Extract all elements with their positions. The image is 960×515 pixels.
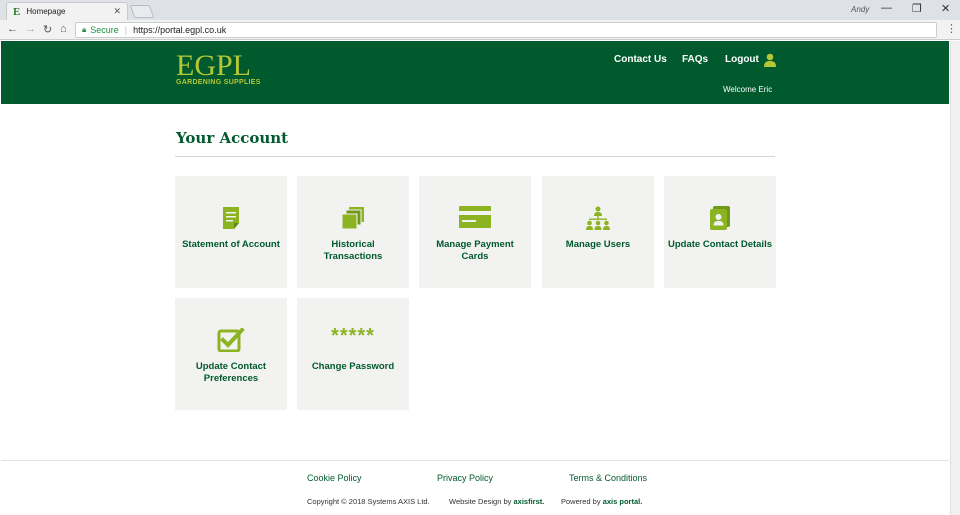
home-icon[interactable]: ⌂ — [60, 23, 67, 35]
address-bar[interactable]: 🔒︎ Secure | https://portal.egpl.co.uk — [75, 22, 937, 38]
back-icon[interactable]: ← — [7, 23, 18, 35]
tile-historical-transactions[interactable]: Historical Transactions — [297, 176, 409, 288]
egpl-logo[interactable]: EGPL GARDENING SUPPLIES — [176, 49, 261, 87]
powered-prefix: Powered by — [561, 497, 601, 506]
forward-icon[interactable]: → — [25, 23, 36, 35]
url-text: https://portal.egpl.co.uk — [133, 25, 227, 35]
tile-manage-payment-cards[interactable]: Manage Payment Cards — [419, 176, 531, 288]
new-tab-button[interactable] — [129, 5, 155, 18]
tile-update-contact-preferences[interactable]: Update Contact Preferences — [175, 298, 287, 410]
nav-contact-us[interactable]: Contact Us — [614, 54, 667, 65]
nav-faqs[interactable]: FAQs — [682, 54, 708, 65]
tile-label: Update Contact Preferences — [195, 361, 267, 384]
tile-manage-users[interactable]: Manage Users — [542, 176, 654, 288]
tile-label: Manage Payment Cards — [436, 239, 514, 262]
tile-label: Historical Transactions — [323, 239, 383, 262]
browser-tab-bar: E Homepage ✕ Andy — ❐ ✕ — [0, 0, 960, 20]
tile-label: Update Contact Details — [668, 239, 772, 250]
tile-statement-of-account[interactable]: Statement of Account — [175, 176, 287, 288]
checkbox-icon — [217, 328, 245, 352]
favicon-icon: E — [13, 5, 21, 18]
reload-icon[interactable]: ↻ — [43, 23, 52, 36]
powered-brand-link[interactable]: axis portal. — [603, 497, 643, 506]
footer-link-cookie-policy[interactable]: Cookie Policy — [307, 473, 362, 483]
footer-copyright: Copyright © 2018 Systems AXIS Ltd. — [307, 497, 430, 506]
welcome-message: Welcome Eric — [723, 85, 773, 94]
title-divider — [175, 156, 775, 157]
address-divider: | — [124, 25, 128, 35]
page-scrollbar[interactable] — [950, 41, 960, 515]
restore-icon[interactable]: ❐ — [912, 2, 922, 15]
footer-divider — [1, 460, 949, 461]
footer-design-credit: Website Design by axisfirst. — [449, 497, 544, 506]
tab-title: Homepage — [26, 7, 66, 16]
secure-label: Secure — [90, 25, 119, 35]
tile-label: Manage Users — [565, 239, 631, 250]
design-prefix: Website Design by — [449, 497, 512, 506]
footer-link-privacy-policy[interactable]: Privacy Policy — [437, 473, 493, 483]
minimize-icon[interactable]: — — [881, 2, 892, 14]
credit-card-icon — [459, 206, 491, 228]
browser-menu-icon[interactable]: ⋮ — [946, 22, 957, 35]
tab-close-icon[interactable]: ✕ — [113, 6, 121, 17]
document-icon — [223, 207, 239, 229]
tile-change-password[interactable]: ***** Change Password — [297, 298, 409, 410]
logo-wordmark: EGPL — [176, 49, 251, 82]
footer-powered-credit: Powered by axis portal. — [561, 497, 642, 506]
tile-label: Change Password — [311, 361, 395, 372]
contact-card-icon — [710, 206, 730, 230]
window-close-icon[interactable]: ✕ — [941, 2, 950, 15]
site-header: EGPL GARDENING SUPPLIES Contact Us FAQs … — [1, 41, 949, 104]
nav-logout[interactable]: Logout — [725, 54, 759, 65]
user-icon[interactable] — [763, 53, 777, 67]
tile-update-contact-details[interactable]: Update Contact Details — [664, 176, 776, 288]
browser-tab[interactable]: E Homepage ✕ — [6, 2, 128, 20]
profile-name[interactable]: Andy — [851, 5, 869, 14]
browser-toolbar: ← → ↻ ⌂ 🔒︎ Secure | https://portal.egpl.… — [0, 20, 960, 40]
lock-icon: 🔒︎ — [82, 25, 87, 34]
stacked-documents-icon — [341, 207, 364, 230]
logo-tagline: GARDENING SUPPLIES — [176, 79, 261, 86]
password-stars-icon: ***** — [331, 325, 375, 347]
users-hierarchy-icon — [586, 206, 610, 230]
footer-link-terms[interactable]: Terms & Conditions — [569, 473, 647, 483]
tile-label: Statement of Account — [182, 239, 280, 250]
page-title: Your Account — [176, 129, 289, 147]
design-brand-link[interactable]: axisfirst. — [514, 497, 545, 506]
